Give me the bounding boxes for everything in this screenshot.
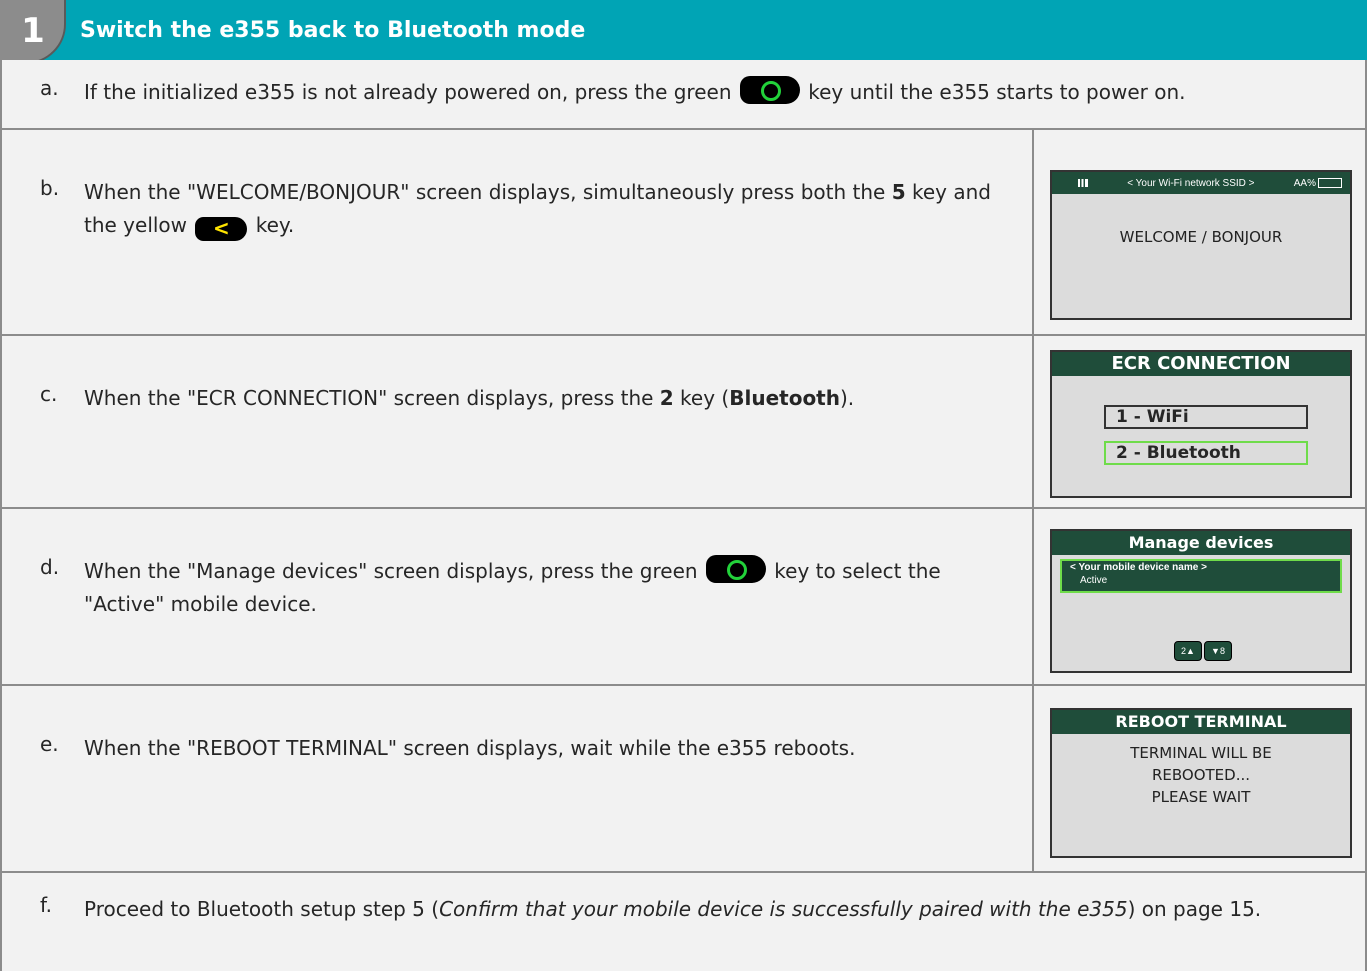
instruction-row-e: e. When the "REBOOT TERMINAL" screen dis…: [0, 686, 1367, 873]
device-status: Active: [1080, 575, 1108, 586]
device-list-item: < Your mobile device name > Active: [1060, 559, 1342, 593]
green-enter-key-icon: [705, 555, 766, 583]
reboot-terminal-screen: REBOOT TERMINAL TERMINAL WILL BE REBOOTE…: [1050, 708, 1352, 858]
yellow-back-key-icon: <: [195, 217, 248, 241]
battery-icon: [1317, 177, 1342, 188]
step-letter: d.: [40, 555, 60, 579]
screen-title: Manage devices: [1052, 531, 1350, 555]
instruction-row-c: c. When the "ECR CONNECTION" screen disp…: [0, 336, 1367, 509]
ssid-label: < Your Wi-Fi network SSID >: [1127, 177, 1255, 189]
option-bluetooth: 2 - Bluetooth: [1104, 441, 1308, 465]
step-header: 1 Switch the e355 back to Bluetooth mode: [0, 0, 1367, 64]
instruction-text: Proceed to Bluetooth setup step 5 (Confi…: [84, 897, 1262, 921]
battery-label: AA%: [1293, 177, 1316, 189]
ecr-connection-screen: ECR CONNECTION 1 - WiFi 2 - Bluetooth: [1050, 350, 1352, 498]
navigation-keys: 2▲ ▼8: [1174, 641, 1232, 661]
signal-icon: [1078, 179, 1088, 187]
bluetooth-label: Bluetooth: [729, 386, 840, 410]
step-letter: a.: [40, 76, 59, 100]
instruction-text: When the "REBOOT TERMINAL" screen displa…: [84, 736, 856, 760]
step-letter: f.: [40, 893, 52, 917]
manage-devices-screen: Manage devices < Your mobile device name…: [1050, 529, 1352, 673]
option-wifi: 1 - WiFi: [1104, 405, 1308, 429]
step-reference: Confirm that your mobile device is succe…: [439, 897, 1128, 921]
instruction-text: When the "Manage devices" screen display…: [84, 555, 1004, 621]
down-arrow-icon: ▼8: [1204, 641, 1232, 661]
green-enter-key-icon: [739, 76, 800, 104]
welcome-message: WELCOME / BONJOUR: [1119, 228, 1283, 246]
instruction-row-d: d. When the "Manage devices" screen disp…: [0, 509, 1367, 686]
instruction-row-a: a. If the initialized e355 is not alread…: [0, 60, 1367, 130]
step-number: 1: [21, 11, 45, 51]
screen-title: REBOOT TERMINAL: [1052, 710, 1350, 734]
status-bar: < Your Wi-Fi network SSID > AA%: [1052, 172, 1350, 194]
instruction-row-f: f. Proceed to Bluetooth setup step 5 (Co…: [0, 873, 1367, 971]
instruction-text: When the "WELCOME/BONJOUR" screen displa…: [84, 180, 991, 241]
key-label: 5: [891, 180, 906, 204]
instruction-row-b: b. When the "WELCOME/BONJOUR" screen dis…: [0, 130, 1367, 336]
step-number-badge: 1: [0, 0, 66, 64]
step-letter: e.: [40, 732, 59, 756]
up-arrow-icon: 2▲: [1174, 641, 1202, 661]
reboot-message: TERMINAL WILL BE REBOOTED... PLEASE WAIT: [1130, 744, 1272, 806]
key-label: 2: [659, 386, 674, 410]
step-title: Switch the e355 back to Bluetooth mode: [80, 18, 586, 43]
welcome-screen: < Your Wi-Fi network SSID > AA% WELCOME …: [1050, 170, 1352, 320]
screen-title: ECR CONNECTION: [1052, 352, 1350, 376]
instruction-text: When the "ECR CONNECTION" screen display…: [84, 386, 855, 410]
instruction-text: If the initialized e355 is not already p…: [84, 76, 1324, 109]
device-name: < Your mobile device name >: [1070, 562, 1207, 573]
step-letter: b.: [40, 176, 60, 200]
step-letter: c.: [40, 382, 58, 406]
